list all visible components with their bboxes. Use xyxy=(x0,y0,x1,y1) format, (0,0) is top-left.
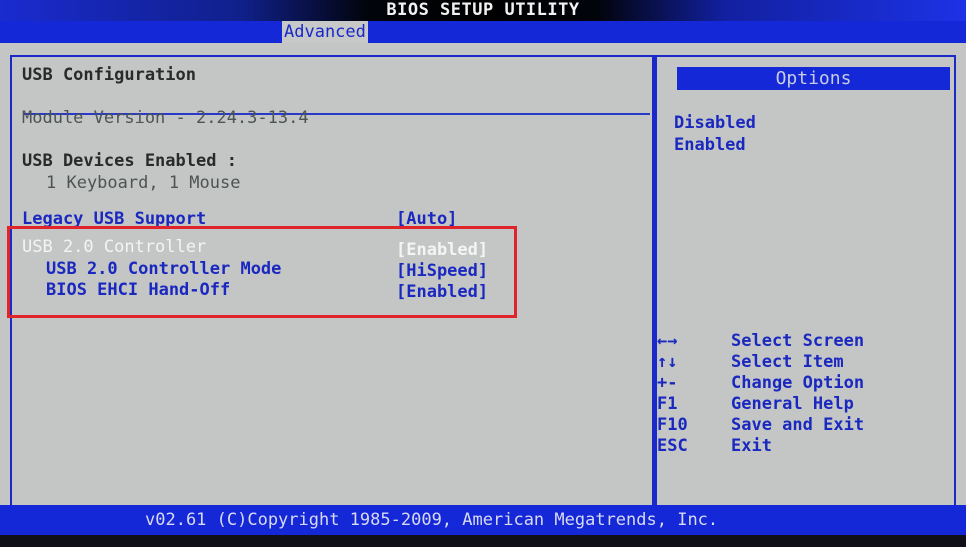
footer-bar: v02.61 (C)Copyright 1985-2009, American … xyxy=(0,505,966,535)
help-list: ←→ Select Screen ↑↓ Select Item +- Chang… xyxy=(657,331,947,471)
help-general-help: General Help xyxy=(731,394,854,414)
help-select-item: Select Item xyxy=(731,352,844,372)
section-title: USB Configuration xyxy=(22,65,196,85)
side-panel: Options Disabled Enabled ←→ Select Scree… xyxy=(654,55,956,505)
tab-advanced[interactable]: Advanced xyxy=(282,21,368,43)
module-version: Module Version - 2.24.3-13.4 xyxy=(22,108,309,128)
monitor-bezel xyxy=(0,535,966,547)
option-disabled[interactable]: Disabled xyxy=(674,113,756,133)
bios-title: BIOS SETUP UTILITY xyxy=(386,0,580,20)
bios-title-bar: BIOS SETUP UTILITY xyxy=(0,0,966,21)
up-down-arrows-icon: ↑↓ xyxy=(657,352,678,372)
red-highlight-annotation xyxy=(7,226,517,318)
menu-bar: Advanced xyxy=(0,21,966,43)
options-header: Options xyxy=(677,67,950,90)
copyright-text: v02.61 (C)Copyright 1985-2009, American … xyxy=(145,510,719,530)
help-key-f10: F10 xyxy=(657,415,688,435)
help-key-esc: ESC xyxy=(657,436,688,456)
help-change-option: Change Option xyxy=(731,373,865,393)
help-save-and-exit: Save and Exit xyxy=(731,415,865,435)
left-right-arrows-icon: ←→ xyxy=(657,331,678,351)
usb-devices-label: USB Devices Enabled : xyxy=(22,151,237,171)
help-exit: Exit xyxy=(731,436,772,456)
plus-minus-icon: +- xyxy=(657,373,678,393)
option-enabled[interactable]: Enabled xyxy=(674,135,746,155)
help-key-f1: F1 xyxy=(657,394,678,414)
usb-devices-value: 1 Keyboard, 1 Mouse xyxy=(46,173,241,193)
help-select-screen: Select Screen xyxy=(731,331,865,351)
